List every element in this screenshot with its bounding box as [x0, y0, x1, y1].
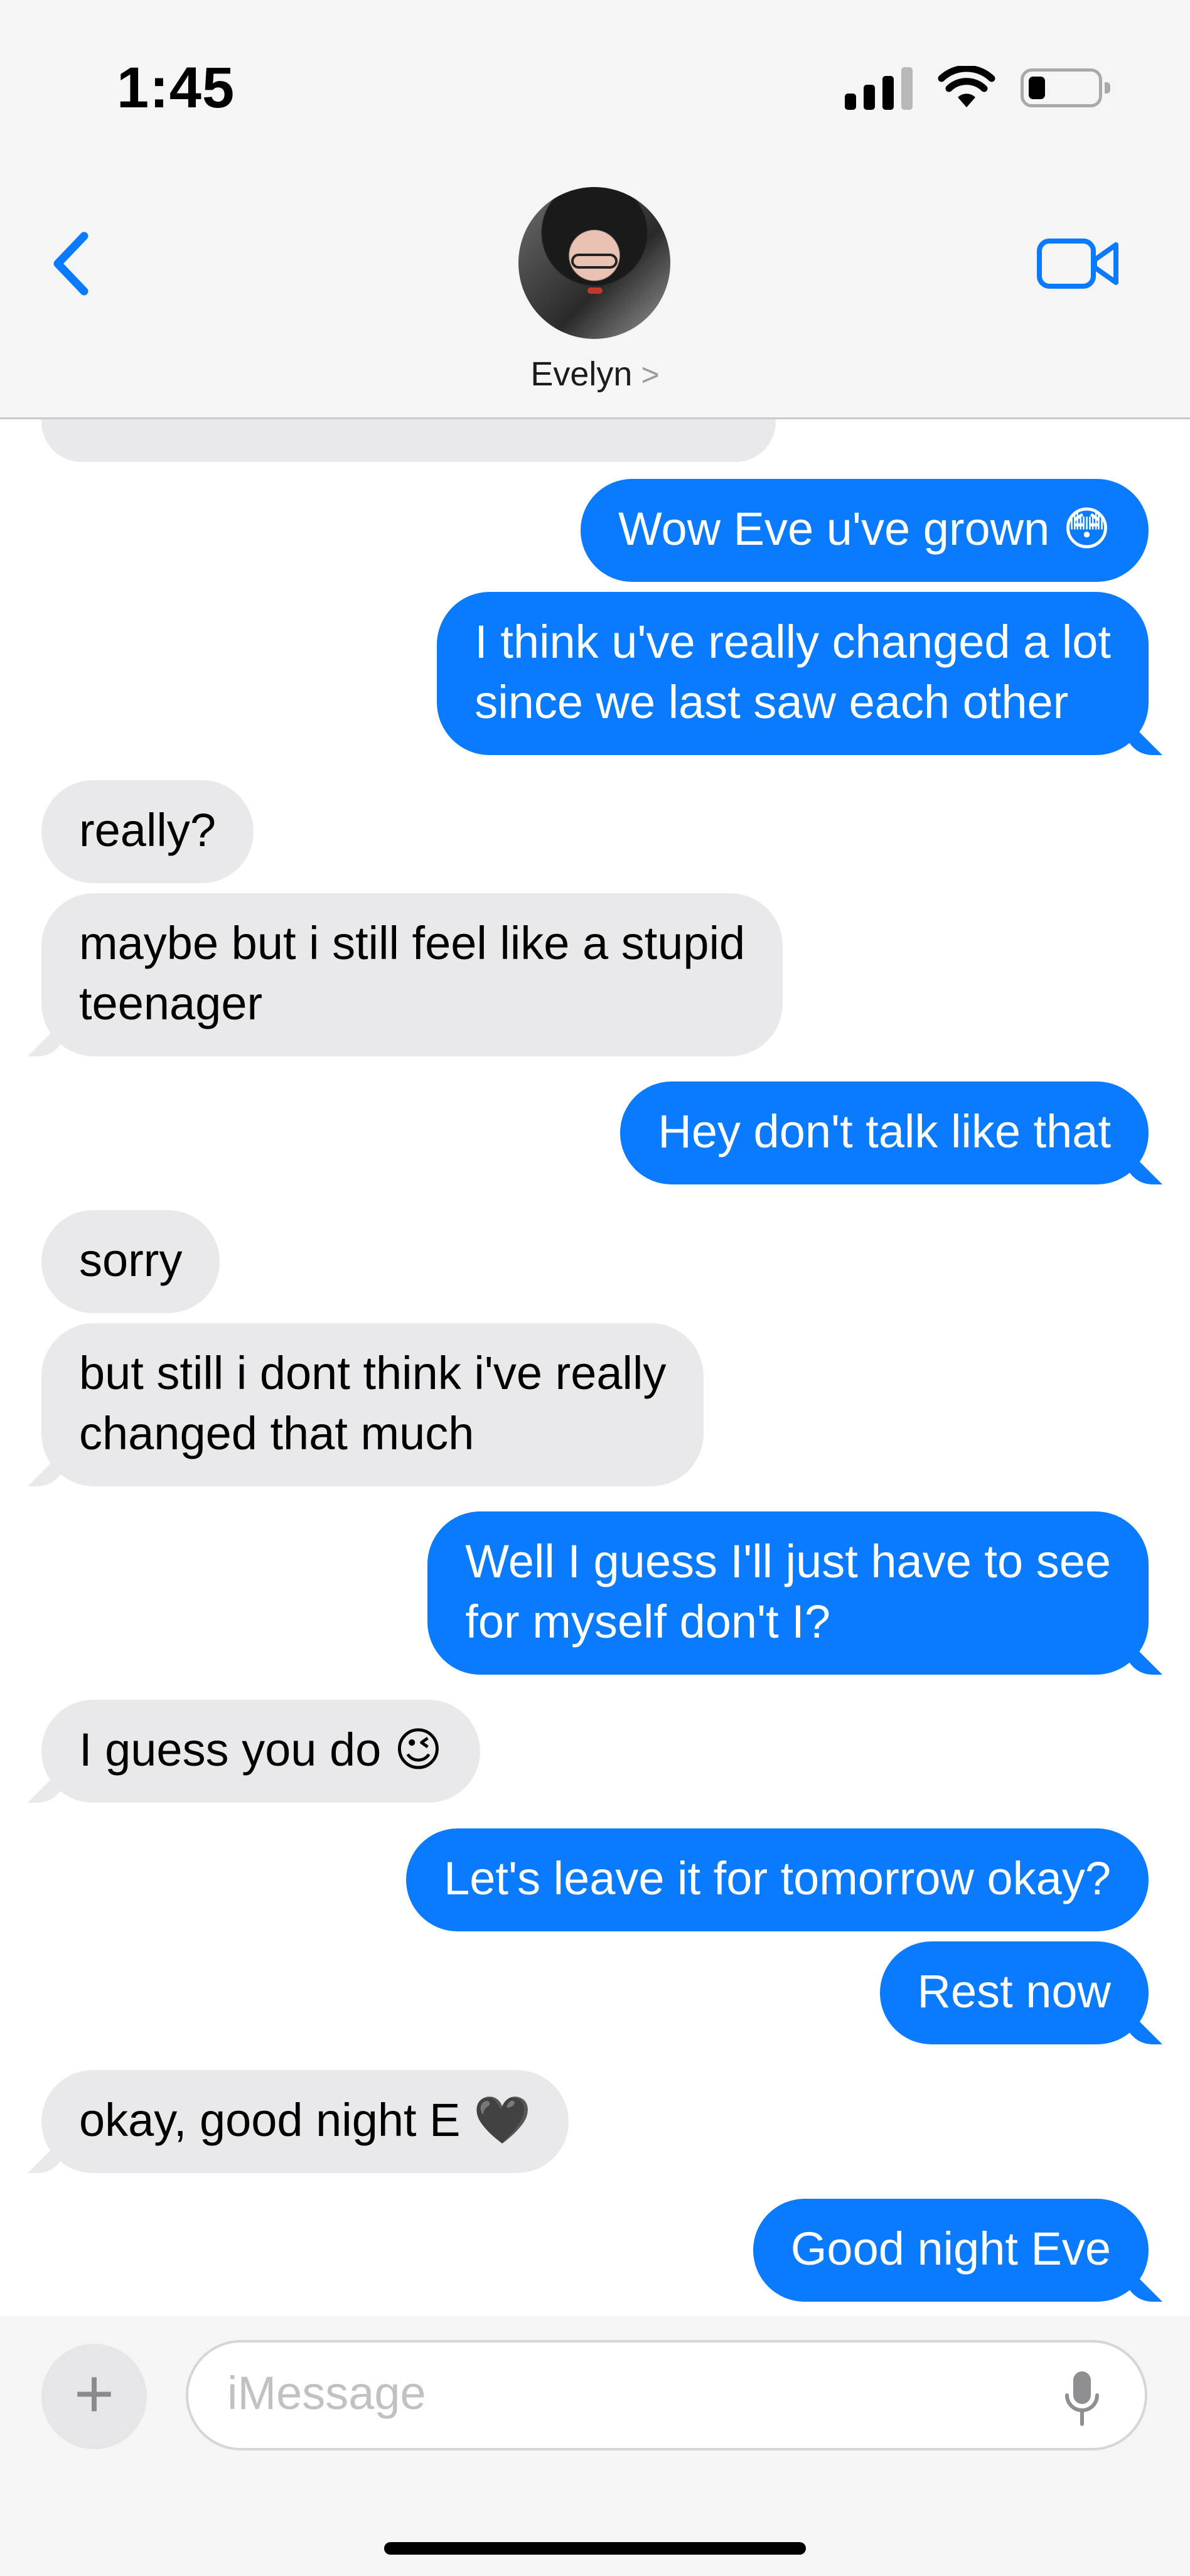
message-bubble-outgoing[interactable]: Let's leave it for tomorrow okay?	[406, 1828, 1149, 1931]
message-bubble-outgoing[interactable]: Rest now	[879, 1941, 1149, 2044]
message-bubble-incoming[interactable]: I guess you do 😉	[41, 1700, 481, 1803]
contact-avatar[interactable]	[518, 187, 670, 339]
message-bubble-outgoing[interactable]: I think u've really changed a lot since …	[437, 592, 1149, 755]
imessage-placeholder: iMessage	[227, 2367, 426, 2419]
message-bubble-incoming-partial[interactable]	[41, 419, 776, 462]
message-bubble-outgoing[interactable]: Hey don't talk like that	[620, 1081, 1149, 1184]
avatar-glasses	[571, 254, 618, 269]
message-composer: + iMessage	[0, 2316, 1190, 2576]
message-bubble-incoming[interactable]: maybe but i still feel like a stupid tee…	[41, 893, 783, 1056]
message-bubble-incoming[interactable]: okay, good night E 🖤	[41, 2070, 569, 2173]
message-bubble-outgoing[interactable]: Good night Eve	[753, 2199, 1149, 2302]
contact-name: Evelyn	[530, 355, 633, 393]
conversation-header: 1:45 Evelyn >	[0, 0, 1190, 419]
microphone-icon[interactable]	[1063, 2368, 1101, 2430]
message-bubble-incoming[interactable]: sorry	[41, 1210, 220, 1313]
contact-name-button[interactable]: Evelyn >	[0, 355, 1190, 394]
battery-icon	[1021, 68, 1110, 107]
home-indicator[interactable]	[384, 2542, 806, 2555]
message-thread-lower[interactable]: I guess you do 😉 Let's leave it for tomo…	[0, 1687, 1190, 2316]
add-attachment-button[interactable]: +	[41, 2344, 147, 2449]
message-bubble-incoming[interactable]: but still i dont think i've really chang…	[41, 1323, 704, 1486]
chevron-right-icon: >	[641, 357, 660, 392]
imessage-input[interactable]: iMessage	[186, 2340, 1147, 2450]
status-time: 1:45	[117, 56, 235, 120]
back-chevron-icon[interactable]	[44, 226, 100, 301]
message-bubble-outgoing[interactable]: Wow Eve u've grown 😳	[581, 479, 1149, 582]
message-bubble-incoming[interactable]: really?	[41, 780, 254, 883]
facetime-video-icon[interactable]	[1036, 232, 1121, 295]
wifi-icon	[938, 66, 995, 107]
cellular-signal-icon	[845, 66, 913, 110]
avatar-lips	[587, 287, 603, 294]
message-bubble-outgoing[interactable]: Well I guess I'll just have to see for m…	[427, 1511, 1149, 1675]
status-icons	[845, 63, 1110, 113]
message-thread[interactable]: Wow Eve u've grown 😳 I think u've really…	[0, 419, 1190, 1687]
